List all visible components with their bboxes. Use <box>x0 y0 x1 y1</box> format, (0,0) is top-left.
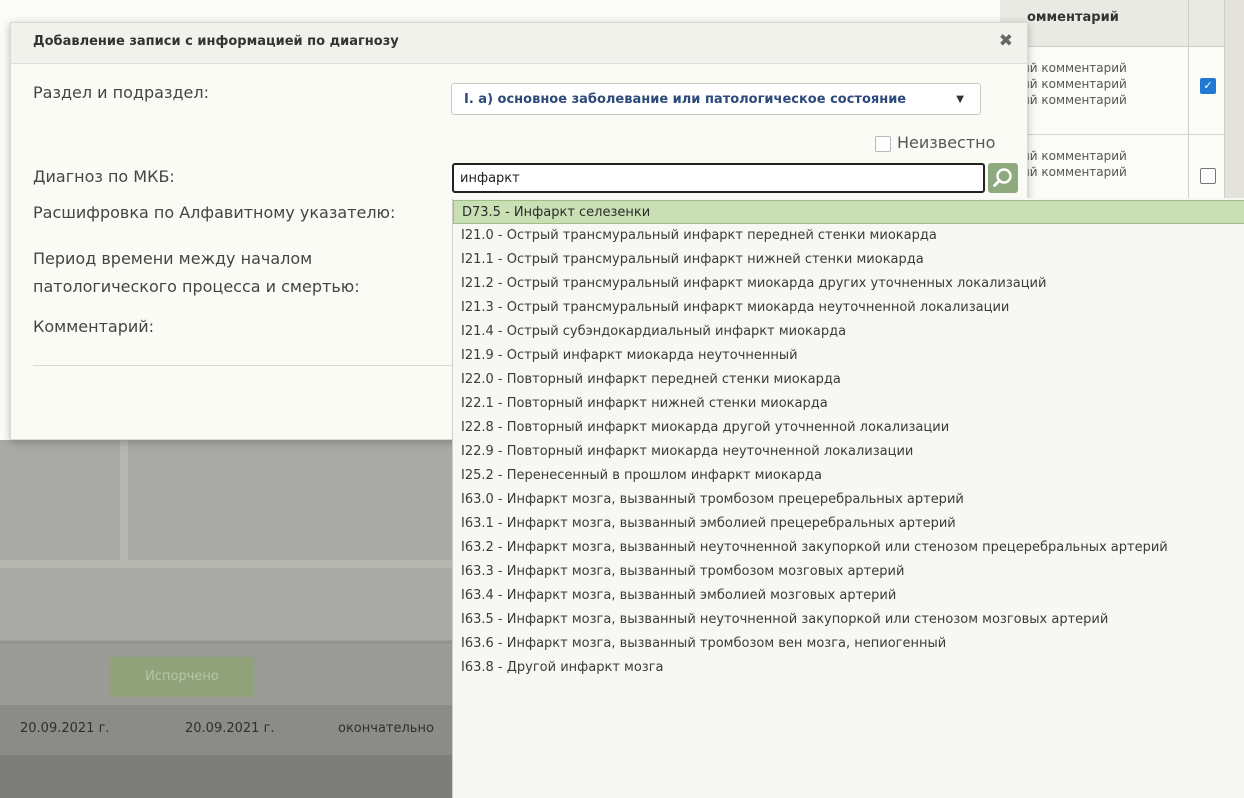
comment-column-header: омментарий <box>1027 10 1119 25</box>
autocomplete-option[interactable]: I21.4 - Острый субэндокардиальный инфарк… <box>453 320 1244 344</box>
divider <box>33 365 453 366</box>
autocomplete-option[interactable]: I63.5 - Инфаркт мозга, вызванный неуточн… <box>453 608 1244 632</box>
dialog-titlebar: Добавление записи с информацией по диагн… <box>11 23 1027 64</box>
autocomplete-option[interactable]: I21.2 - Острый трансмуральный инфаркт ми… <box>453 272 1244 296</box>
autocomplete-option[interactable]: I63.8 - Другой инфаркт мозга <box>453 656 1244 680</box>
section-label: Раздел и подраздел: <box>33 83 209 102</box>
close-icon[interactable]: ✖ <box>999 31 1013 51</box>
search-button[interactable] <box>988 163 1018 193</box>
autocomplete-option[interactable]: I21.9 - Острый инфаркт миокарда неуточне… <box>453 344 1244 368</box>
autocomplete-option[interactable]: I63.4 - Инфаркт мозга, вызванный эмболие… <box>453 584 1244 608</box>
divider <box>0 642 452 643</box>
comment-label: Комментарий: <box>33 317 155 336</box>
autocomplete-option[interactable]: I21.3 - Острый трансмуральный инфаркт ми… <box>453 296 1244 320</box>
unknown-label: Неизвестно <box>897 133 996 152</box>
section-select-value: I. а) основное заболевание или патологич… <box>464 92 907 107</box>
status-cell: окончательно <box>338 721 434 736</box>
autocomplete-option[interactable]: I22.9 - Повторный инфаркт миокарда неуто… <box>453 440 1244 464</box>
chevron-down-icon: ▼ <box>956 94 964 105</box>
period-label-line1: Период времени между началом <box>33 249 313 268</box>
comment-text: тарий комментарий <box>1000 149 1127 163</box>
table-row <box>0 755 452 798</box>
comment-text: тарий комментарий <box>1000 77 1127 91</box>
comment-text: тарий комментарий <box>1000 93 1127 107</box>
table-row-comment: тарий комментарий тарий комментарий тари… <box>1000 60 1188 108</box>
autocomplete-option[interactable]: I63.6 - Инфаркт мозга, вызванный тромбоз… <box>453 632 1244 656</box>
comment-text: тарий комментарий <box>1000 61 1127 75</box>
spoiled-button[interactable]: Испорчено <box>110 657 254 697</box>
overlay-panel <box>0 440 128 560</box>
date-cell: 20.09.2021 г. <box>20 721 110 736</box>
row-checkbox-checked[interactable]: ✓ <box>1200 78 1216 94</box>
autocomplete-option[interactable]: I22.8 - Повторный инфаркт миокарда друго… <box>453 416 1244 440</box>
autocomplete-option[interactable]: I21.1 - Острый трансмуральный инфаркт ни… <box>453 248 1244 272</box>
autocomplete-option[interactable]: I63.1 - Инфаркт мозга, вызванный эмболие… <box>453 512 1244 536</box>
diagnosis-autocomplete-list: D73.5 - Инфаркт селезенки I21.0 - Острый … <box>452 198 1244 798</box>
autocomplete-option[interactable]: I25.2 - Перенесенный в прошлом инфаркт м… <box>453 464 1244 488</box>
autocomplete-option[interactable]: I63.3 - Инфаркт мозга, вызванный тромбоз… <box>453 560 1244 584</box>
row-divider <box>1000 134 1224 135</box>
decoding-label: Расшифровка по Алфавитному указателю: <box>33 203 396 222</box>
section-select[interactable]: I. а) основное заболевание или патологич… <box>451 83 981 115</box>
table-row-comment: тарий комментарий тарий комментарий <box>1000 148 1188 180</box>
diagnosis-label: Диагноз по МКБ: <box>33 167 175 186</box>
autocomplete-option[interactable]: I22.1 - Повторный инфаркт нижней стенки … <box>453 392 1244 416</box>
autocomplete-option[interactable]: I22.0 - Повторный инфаркт передней стенк… <box>453 368 1244 392</box>
search-icon <box>993 168 1012 187</box>
autocomplete-option[interactable]: I21.0 - Острый трансмуральный инфаркт пе… <box>453 224 1244 248</box>
date-cell: 20.09.2021 г. <box>185 721 275 736</box>
column-divider <box>1188 0 1189 200</box>
autocomplete-option[interactable]: I63.2 - Инфаркт мозга, вызванный неуточн… <box>453 536 1244 560</box>
comment-text: тарий комментарий <box>1000 165 1127 179</box>
column-divider <box>1224 0 1244 200</box>
autocomplete-option[interactable]: D73.5 - Инфаркт селезенки <box>453 200 1244 224</box>
period-label-line2: патологического процесса и смертью: <box>33 277 360 296</box>
overlay-panel-line <box>0 560 452 568</box>
checkbox-box[interactable] <box>875 136 891 152</box>
dialog-title: Добавление записи с информацией по диагн… <box>33 34 399 49</box>
autocomplete-option[interactable]: I63.0 - Инфаркт мозга, вызванный тромбоз… <box>453 488 1244 512</box>
diagnosis-search-input[interactable] <box>452 163 985 193</box>
row-checkbox[interactable] <box>1200 168 1216 184</box>
